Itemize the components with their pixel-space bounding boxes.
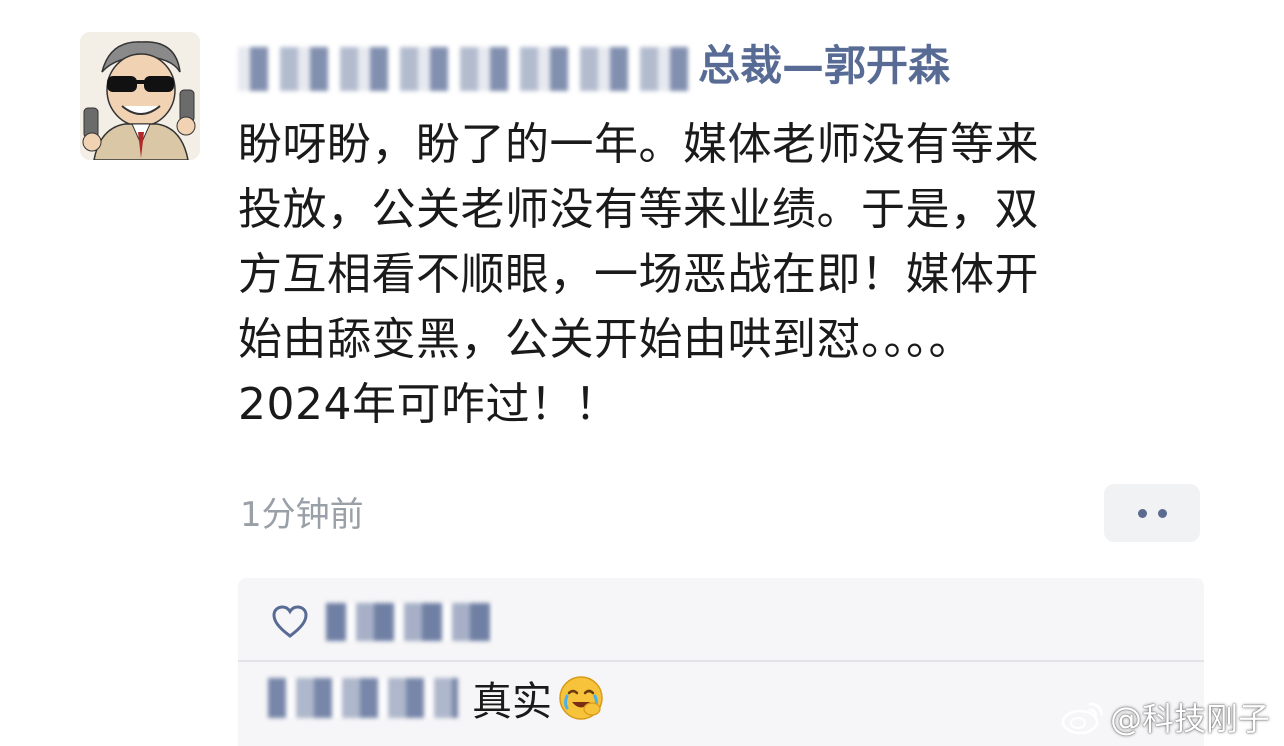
more-dots-icon — [1138, 509, 1147, 518]
post-line: 盼呀盼，盼了的一年。媒体老师没有等来 — [238, 119, 1039, 170]
post-timestamp: 1分钟前 — [240, 495, 364, 535]
heart-outline-icon — [272, 605, 308, 638]
post-line: 方互相看不顺眼，一场恶战在即！媒体开 — [238, 249, 1039, 300]
blurred-liker-names — [326, 603, 494, 641]
post-line: 2024年可咋过！！ — [238, 379, 619, 430]
watermark-text: @科技刚子 — [1109, 700, 1270, 738]
divider — [238, 660, 1204, 662]
author-avatar[interactable] — [80, 32, 200, 160]
blurred-name-segment — [238, 46, 698, 91]
comment-item[interactable]: 真实 — [268, 668, 604, 728]
likes-row[interactable] — [272, 598, 494, 646]
post-body: 盼呀盼，盼了的一年。媒体老师没有等来 投放，公关老师没有等来业绩。于是，双 方互… — [238, 112, 1178, 437]
weibo-logo-icon — [1061, 702, 1104, 735]
more-dots-icon — [1158, 509, 1167, 518]
author-name[interactable]: 总裁—郭开森 — [238, 38, 950, 94]
cartoon-avatar-image — [80, 32, 200, 160]
comment-text: 真实 — [472, 679, 552, 725]
post-line: 始由舔变黑，公关开始由哄到怼。。。。 — [238, 314, 973, 365]
post-line: 投放，公关老师没有等来业绩。于是，双 — [238, 184, 1039, 235]
weibo-watermark: @科技刚子 — [1060, 694, 1270, 740]
author-name-visible: 总裁—郭开森 — [698, 41, 951, 90]
facepalm-cry-emoji — [559, 676, 603, 720]
more-options-button[interactable] — [1104, 484, 1200, 542]
blurred-commenter-name — [268, 678, 458, 718]
